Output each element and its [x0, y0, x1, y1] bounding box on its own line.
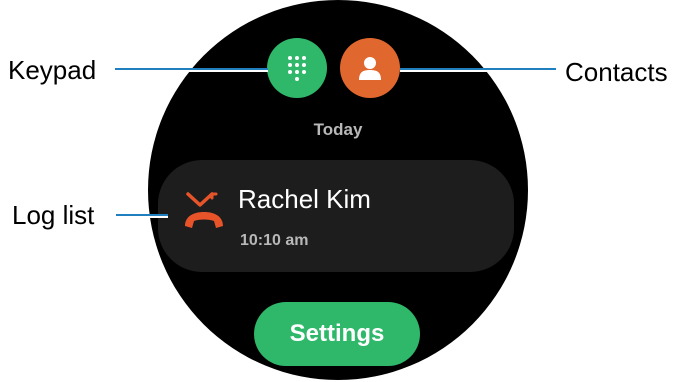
section-header: Today [313, 120, 363, 139]
contacts-callout: Contacts [565, 57, 668, 87]
keypad-leader-line [115, 68, 268, 72]
manual-illustration: Today Rachel Kim 10:10 am Settings Keypa… [0, 0, 676, 382]
caller-name: Rachel Kim [238, 184, 371, 214]
log-list-item[interactable]: Rachel Kim 10:10 am [158, 160, 514, 272]
contacts-leader-line [400, 68, 556, 72]
log-list-leader-line [116, 214, 168, 218]
person-icon [359, 57, 381, 80]
contacts-button[interactable] [340, 38, 400, 98]
settings-button[interactable]: Settings [254, 302, 420, 366]
keypad-callout: Keypad [8, 55, 97, 85]
keypad-button[interactable] [267, 38, 327, 98]
log-list-callout: Log list [12, 200, 95, 230]
missed-call-icon [185, 192, 223, 228]
call-time: 10:10 am [240, 232, 309, 249]
watch-screen: Today Rachel Kim 10:10 am Settings [148, 0, 528, 380]
keypad-icon [288, 55, 306, 81]
